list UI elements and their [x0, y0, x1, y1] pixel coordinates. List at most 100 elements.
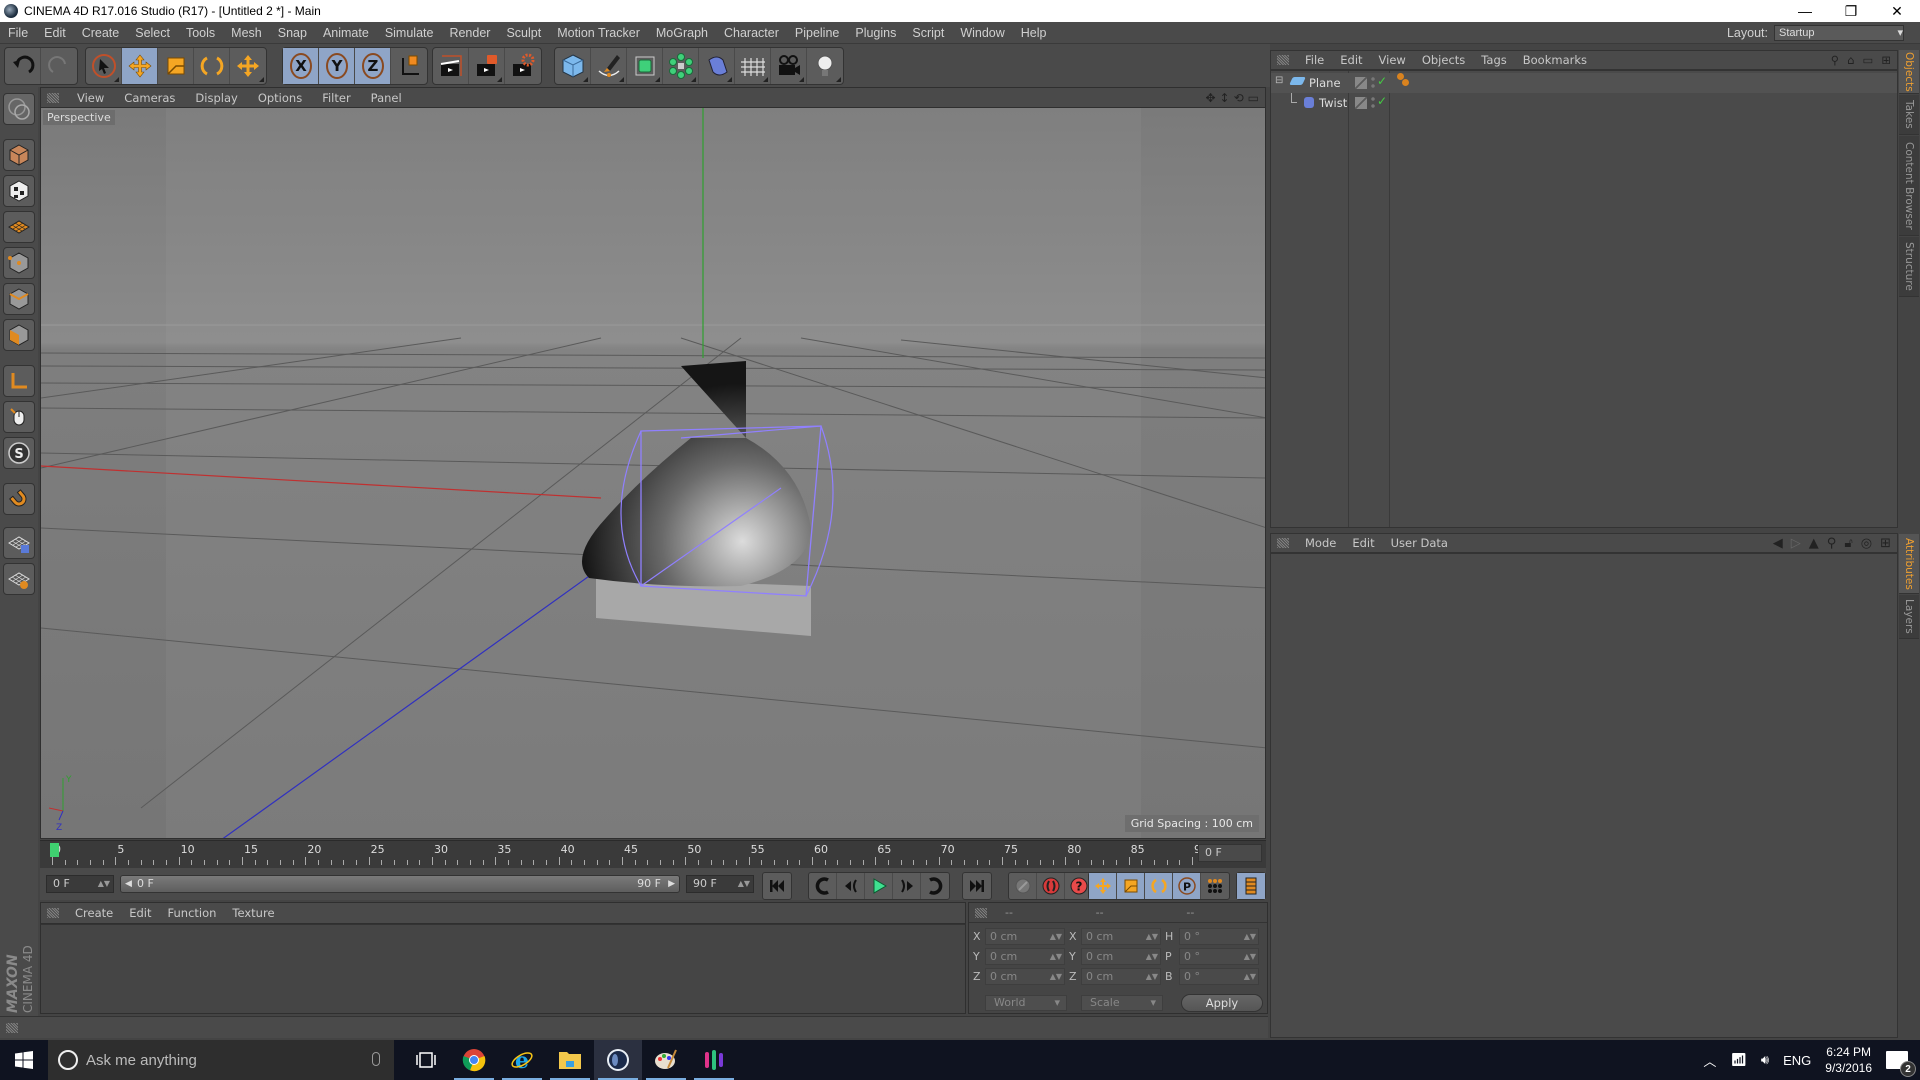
snap-button[interactable]: [3, 483, 35, 515]
taskbar-file-explorer[interactable]: [546, 1040, 594, 1080]
live-selection-button[interactable]: [86, 48, 122, 84]
tab-layers[interactable]: Layers: [1899, 595, 1919, 639]
cloner-button[interactable]: [663, 48, 699, 84]
rotate-tool-button[interactable]: [194, 48, 230, 84]
layer-icon[interactable]: [1355, 77, 1367, 89]
search-icon[interactable]: ⚲: [1827, 536, 1837, 551]
go-to-end-button[interactable]: [963, 873, 991, 899]
z-axis-lock-button[interactable]: Z: [355, 48, 391, 84]
timeline-window-button[interactable]: [1237, 873, 1265, 899]
menu-render[interactable]: Render: [441, 26, 498, 40]
panel-grip-icon[interactable]: [1277, 538, 1289, 548]
microphone-icon[interactable]: [372, 1052, 380, 1066]
range-right-arrow-icon[interactable]: ▶: [668, 876, 675, 892]
viewport-menu-panel[interactable]: Panel: [361, 91, 412, 105]
pan-view-icon[interactable]: ✥: [1205, 91, 1215, 105]
menu-window[interactable]: Window: [952, 26, 1012, 40]
rotation-b-field[interactable]: 0 ° ▲▼: [1179, 968, 1259, 985]
render-view-button[interactable]: [433, 48, 469, 84]
undo-button[interactable]: [5, 48, 41, 84]
3d-viewport[interactable]: Y Z Perspective Grid Spacing : 100 cm: [40, 107, 1266, 839]
rotation-h-field[interactable]: 0 ° ▲▼: [1179, 928, 1259, 945]
home-icon[interactable]: ⌂: [1847, 53, 1854, 67]
record-rotation-button[interactable]: [1145, 873, 1173, 899]
go-to-start-button[interactable]: [763, 873, 791, 899]
orbit-view-icon[interactable]: ⟲: [1234, 91, 1244, 105]
menu-file[interactable]: File: [0, 26, 36, 40]
menu-mograph[interactable]: MoGraph: [648, 26, 716, 40]
locked-workplane-button[interactable]: [3, 563, 35, 595]
size-y-field[interactable]: 0 cm ▲▼: [1081, 948, 1161, 965]
menu-snap[interactable]: Snap: [270, 26, 315, 40]
coordinate-space-select[interactable]: World ▾: [985, 995, 1067, 1011]
menu-plugins[interactable]: Plugins: [847, 26, 904, 40]
panel-grip-icon[interactable]: [47, 92, 59, 103]
scale-tool-button[interactable]: [158, 48, 194, 84]
taskbar-bar-app[interactable]: [690, 1040, 738, 1080]
play-backwards-button[interactable]: [837, 873, 865, 899]
timeline-ruler[interactable]: 051015202530354045505560657075808590 0 F: [40, 840, 1266, 868]
recent-tool-button[interactable]: [230, 48, 266, 84]
menu-character[interactable]: Character: [716, 26, 787, 40]
viewport-menu-filter[interactable]: Filter: [312, 91, 360, 105]
size-z-field[interactable]: 0 cm ▲▼: [1081, 968, 1161, 985]
position-x-field[interactable]: 0 cm ▲▼: [985, 928, 1065, 945]
tweak-mode-button[interactable]: [3, 401, 35, 433]
size-x-field[interactable]: 0 cm ▲▼: [1081, 928, 1161, 945]
solo-button[interactable]: S: [3, 437, 35, 469]
record-parameter-button[interactable]: P: [1173, 873, 1201, 899]
viewport-menu-cameras[interactable]: Cameras: [114, 91, 185, 105]
show-hidden-icons-icon[interactable]: ︿: [1703, 1051, 1716, 1070]
material-menu-create[interactable]: Create: [67, 906, 121, 920]
polygons-mode-button[interactable]: [3, 319, 35, 351]
object-name[interactable]: Plane: [1309, 76, 1341, 90]
menu-pipeline[interactable]: Pipeline: [787, 26, 847, 40]
object-menu-edit[interactable]: Edit: [1332, 53, 1370, 67]
action-center-icon[interactable]: 2: [1886, 1051, 1916, 1077]
subdivision-surface-button[interactable]: [627, 48, 663, 84]
tab-content-browser[interactable]: Content Browser: [1899, 136, 1919, 236]
record-point-level-button[interactable]: [1201, 873, 1229, 899]
up-arrow-icon[interactable]: ▲: [1809, 536, 1819, 551]
record-position-button[interactable]: [1089, 873, 1117, 899]
move-tool-button[interactable]: [122, 48, 158, 84]
close-button[interactable]: ✕: [1874, 3, 1920, 20]
tab-takes[interactable]: Takes: [1899, 95, 1919, 135]
light-button[interactable]: [807, 48, 843, 84]
go-to-next-frame-button[interactable]: [893, 873, 921, 899]
preview-range-slider[interactable]: ◀ 0 F 90 F ▶: [120, 875, 680, 893]
minimize-button[interactable]: —: [1782, 3, 1828, 20]
taskbar-cinema4d[interactable]: [594, 1040, 642, 1080]
enabled-check-icon[interactable]: ✓: [1377, 94, 1387, 108]
camera-label[interactable]: Perspective: [43, 110, 115, 125]
cortana-search-box[interactable]: Ask me anything: [48, 1040, 394, 1080]
play-forwards-button[interactable]: [865, 873, 893, 899]
axis-mode-button[interactable]: [3, 365, 35, 397]
attribute-manager-area[interactable]: [1270, 553, 1898, 1038]
start-button[interactable]: [0, 1040, 48, 1080]
model-mode-button[interactable]: [3, 139, 35, 171]
taskbar-edge[interactable]: e: [498, 1040, 546, 1080]
tab-structure[interactable]: Structure: [1899, 237, 1919, 297]
menu-mesh[interactable]: Mesh: [223, 26, 270, 40]
material-manager-area[interactable]: [40, 924, 966, 1014]
deformer-button[interactable]: [699, 48, 735, 84]
taskbar-chrome[interactable]: [450, 1040, 498, 1080]
menu-simulate[interactable]: Simulate: [377, 26, 442, 40]
menu-sculpt[interactable]: Sculpt: [498, 26, 549, 40]
current-frame-marker[interactable]: [50, 843, 59, 857]
panel-grip-icon[interactable]: [975, 907, 987, 918]
viewport-menu-display[interactable]: Display: [185, 91, 247, 105]
menu-help[interactable]: Help: [1013, 26, 1055, 40]
current-frame-field[interactable]: 0 F: [1198, 844, 1262, 862]
menu-animate[interactable]: Animate: [315, 26, 377, 40]
task-view-button[interactable]: [402, 1040, 450, 1080]
menu-select[interactable]: Select: [127, 26, 178, 40]
workplane-mode-button[interactable]: [3, 211, 35, 243]
position-y-field[interactable]: 0 cm ▲▼: [985, 948, 1065, 965]
frame-ruler[interactable]: 051015202530354045505560657075808590: [48, 841, 1208, 867]
y-axis-lock-button[interactable]: Y: [319, 48, 355, 84]
floor-button[interactable]: [735, 48, 771, 84]
add-cube-button[interactable]: [555, 48, 591, 84]
tab-objects[interactable]: Objects: [1899, 50, 1919, 94]
